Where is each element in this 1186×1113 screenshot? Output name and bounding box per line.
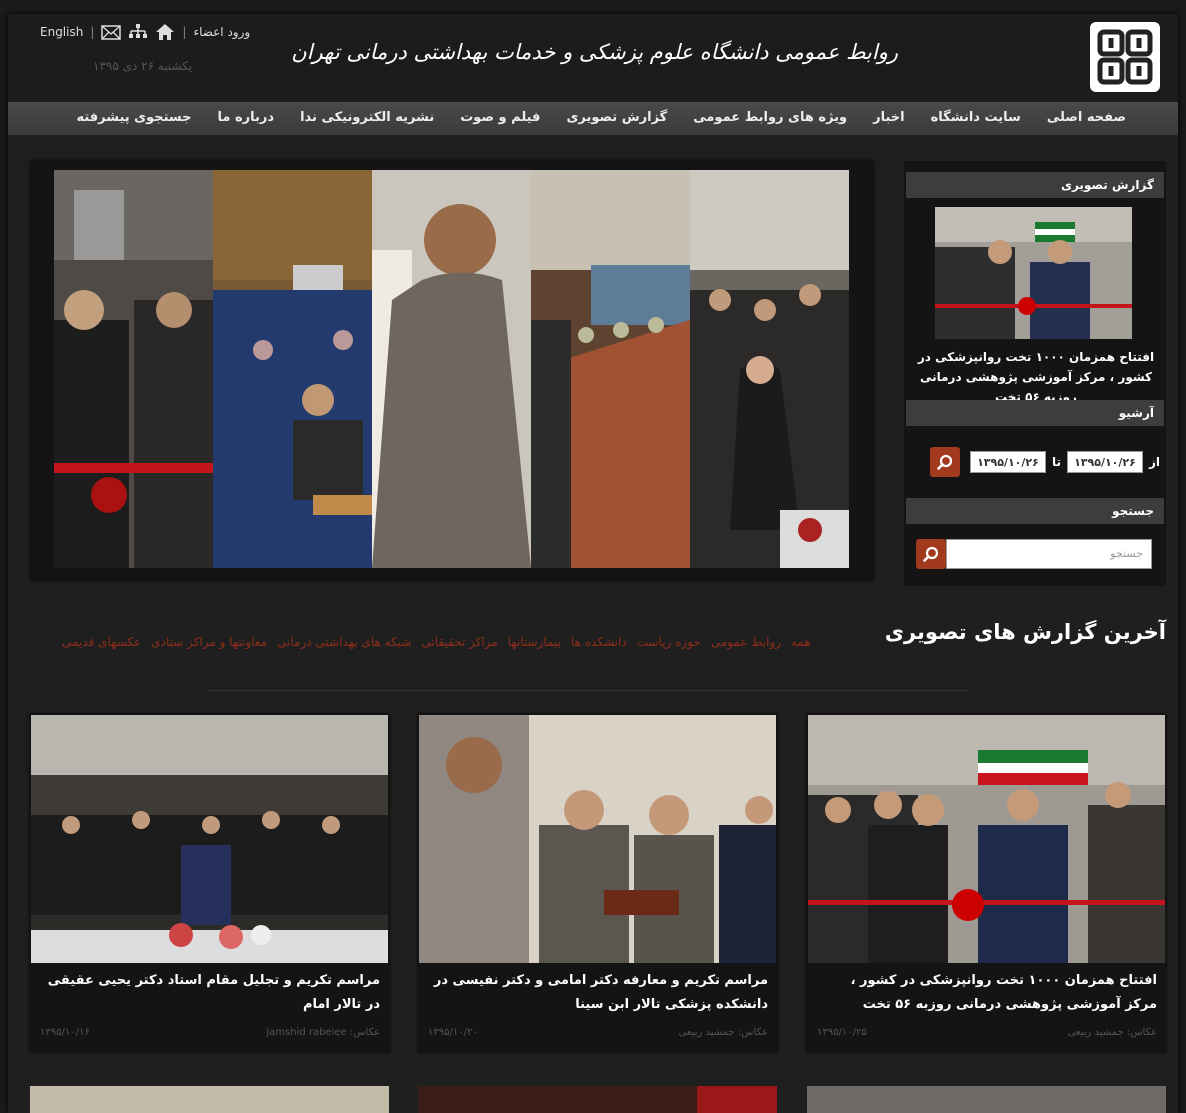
nav-item-neda-newsletter[interactable]: نشریه الکترونیکی ندا [300,110,434,125]
sidebar-search: جستجو [916,539,1152,569]
filter-health-networks[interactable]: شبکه های بهداشتی درمانی [277,635,411,649]
photo-report-card[interactable]: مراسم تکریم و معارفه دکتر امامی و دکتر ن… [418,714,777,1052]
search-icon [937,454,953,470]
card-date: ۱۳۹۵/۱۰/۱۶ [40,1027,90,1038]
logo-emblem-icon [1097,29,1153,85]
photo-report-card[interactable]: مراسم تکریم و تجلیل مقام استاد دکتر یحیی… [30,714,389,1052]
home-icon[interactable] [155,24,175,40]
category-filters: همه روابط عمومی حوزه ریاست دانشکده ها بی… [62,635,811,649]
photo-report-heading: گزارش تصویری [906,172,1164,198]
archive-search-button[interactable] [929,447,960,477]
card-date: ۱۳۹۵/۱۰/۲۵ [817,1027,867,1038]
photo-report-card-partial[interactable] [807,1086,1166,1113]
top-links: English | | ورود اعضاء [40,24,250,40]
english-link[interactable]: English [40,25,83,39]
archive-heading: آرشیو [906,400,1164,426]
nav-item-advanced-search[interactable]: جستجوی پیشرفته [76,110,191,125]
filter-old-photos[interactable]: عکسهای قدیمی [62,635,141,649]
filter-deputies[interactable]: معاونتها و مراکز ستادی [151,635,267,649]
filter-public-relations[interactable]: روابط عمومی [711,635,781,649]
archive-from-label: از [1148,455,1160,469]
latest-photo-reports-title: آخرین گزارش های تصویری [884,620,1166,644]
slider-panel[interactable] [372,170,531,568]
nav-item-pr-specials[interactable]: ویژه های روابط عمومی [693,110,847,125]
card-footer: ۱۳۹۵/۱۰/۲۰ عکاس: جمشید ربیعی [428,1027,768,1038]
main-nav: صفحه اصلی سایت دانشگاه اخبار ویژه های رو… [8,102,1178,136]
photo-report-card-partial[interactable] [30,1086,389,1113]
card-footer: ۱۳۹۵/۱۰/۲۵ عکاس: جمشید ربیعی [817,1027,1157,1038]
photo-report-caption[interactable]: افتتاح همزمان ۱۰۰۰ تخت روانپزشکی در کشور… [912,347,1160,407]
search-button[interactable] [916,539,946,569]
card-photographer: عکاس: jamshid rabeiee [266,1027,380,1038]
nav-item-photo-reports[interactable]: گزارش تصویری [566,110,667,125]
card-photographer: عکاس: جمشید ربیعی [678,1027,768,1038]
card-image[interactable] [808,715,1165,963]
card-title[interactable]: افتتاح همزمان ۱۰۰۰ تخت روانپزشکی در کشور… [817,969,1157,1017]
filter-all[interactable]: همه [791,635,811,649]
card-image[interactable] [31,715,388,963]
archive-to-label: تا [1051,455,1061,469]
nav-item-university-site[interactable]: سایت دانشگاه [931,110,1021,125]
card-image[interactable] [419,715,776,963]
nav-item-home[interactable]: صفحه اصلی [1047,110,1126,125]
search-icon [923,546,939,562]
filter-research-centers[interactable]: مراکز تحقیقاتی [421,635,497,649]
sitemap-icon[interactable] [128,24,148,40]
search-heading: جستجو [906,498,1164,524]
card-photographer: عکاس: جمشید ربیعی [1067,1027,1157,1038]
login-link[interactable]: ورود اعضاء [193,25,250,39]
card-title[interactable]: مراسم تکریم و معارفه دکتر امامی و دکتر ن… [428,969,768,1017]
nav-item-news[interactable]: اخبار [873,110,905,125]
mail-icon[interactable] [101,24,122,40]
card-date: ۱۳۹۵/۱۰/۲۰ [428,1027,478,1038]
archive-to-field[interactable]: ۱۳۹۵/۱۰/۲۶ [969,451,1046,473]
nav-item-about[interactable]: درباره ما [218,110,275,125]
photo-slider [31,161,873,580]
slider-panel[interactable] [54,170,213,568]
photo-report-card-partial[interactable] [418,1086,777,1113]
filter-faculties[interactable]: دانشکده ها [571,635,627,649]
filter-presidency[interactable]: حوزه ریاست [637,635,701,649]
slider-panel[interactable] [690,170,849,568]
current-date: یکشنبه ۲۶ دی ۱۳۹۵ [93,59,193,73]
card-title[interactable]: مراسم تکریم و تجلیل مقام استاد دکتر یحیی… [40,969,380,1017]
header: English | | ورود اعضاء یکشنبه ۲۶ دی ۱۳۹۵… [8,14,1178,102]
photo-report-image[interactable] [935,207,1132,339]
divider [208,690,968,691]
university-logo[interactable] [1090,22,1160,92]
archive-date-range: از ۱۳۹۵/۱۰/۲۶ تا ۱۳۹۵/۱۰/۲۶ [916,447,1160,477]
archive-from-field[interactable]: ۱۳۹۵/۱۰/۲۶ [1066,451,1143,473]
separator: | [90,25,95,39]
card-footer: ۱۳۹۵/۱۰/۱۶ عکاس: jamshid rabeiee [40,1027,380,1038]
slider-panel[interactable] [531,170,690,568]
site-title: روابط عمومی دانشگاه علوم پزشکی و خدمات ب… [291,40,898,64]
page: English | | ورود اعضاء یکشنبه ۲۶ دی ۱۳۹۵… [8,14,1178,1113]
search-input[interactable]: جستجو [946,539,1152,569]
slider-panel[interactable] [213,170,372,568]
sidebar: گزارش تصویری افتتاح همزمان ۱۰۰۰ تخت روان… [904,161,1166,586]
photo-report-card[interactable]: افتتاح همزمان ۱۰۰۰ تخت روانپزشکی در کشور… [807,714,1166,1052]
filter-hospitals[interactable]: بیمارستانها [508,635,561,649]
nav-item-video-audio[interactable]: فیلم و صوت [460,110,540,125]
separator: | [182,25,187,39]
